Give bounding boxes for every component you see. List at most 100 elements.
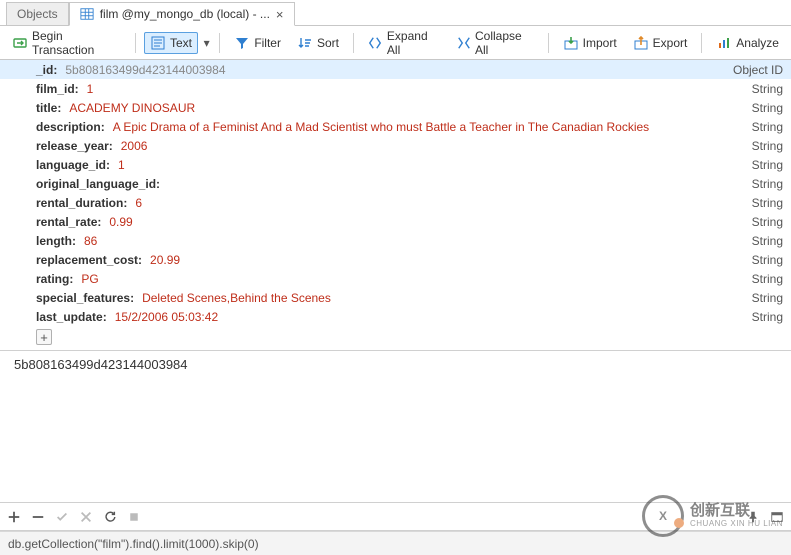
field-type: String [752, 196, 783, 210]
field-value[interactable]: 5b808163499d423144003984 [65, 63, 225, 77]
field-value[interactable]: 0.99 [109, 215, 132, 229]
view-dropdown[interactable]: ▾ [202, 36, 211, 50]
view-text-button[interactable]: Text [144, 32, 198, 54]
field-type: String [752, 120, 783, 134]
collapse-icon [456, 35, 471, 51]
field-key: release_year [36, 139, 109, 153]
main-toolbar: Begin Transaction Text ▾ Filter Sort Exp… [0, 26, 791, 60]
button-label: Analyze [736, 36, 779, 50]
field-row[interactable]: special_features :Deleted Scenes,Behind … [0, 288, 791, 307]
add-record-button[interactable] [6, 509, 22, 525]
funnel-icon [234, 35, 250, 51]
separator [353, 33, 354, 53]
field-type: String [752, 177, 783, 191]
field-row[interactable]: last_update :15/2/2006 05:03:42String [0, 307, 791, 326]
field-key: _id [36, 63, 53, 77]
field-row[interactable]: rating :PGString [0, 269, 791, 288]
table-icon [80, 7, 94, 21]
text-icon [150, 35, 166, 51]
field-row[interactable]: title :ACADEMY DINOSAURString [0, 98, 791, 117]
begin-transaction-button[interactable]: Begin Transaction [6, 26, 127, 60]
field-key: special_features [36, 291, 130, 305]
separator [219, 33, 220, 53]
tab-label: Objects [17, 7, 58, 21]
button-label: Collapse All [475, 29, 534, 57]
field-key: description [36, 120, 101, 134]
apply-button [54, 509, 70, 525]
transaction-icon [12, 35, 28, 51]
sort-icon [297, 35, 313, 51]
analyze-button[interactable]: Analyze [710, 32, 785, 54]
close-icon[interactable]: × [276, 7, 284, 22]
field-type: String [752, 272, 783, 286]
field-value[interactable]: A Epic Drama of a Feminist And a Mad Sci… [113, 120, 650, 134]
field-value[interactable]: 6 [135, 196, 142, 210]
sort-button[interactable]: Sort [291, 32, 345, 54]
field-value[interactable]: 15/2/2006 05:03:42 [115, 310, 218, 324]
export-button[interactable]: Export [627, 32, 694, 54]
field-value[interactable]: 86 [84, 234, 97, 248]
field-value[interactable]: 1 [87, 82, 94, 96]
pin-button[interactable] [745, 509, 761, 525]
field-row[interactable]: description :A Epic Drama of a Feminist … [0, 117, 791, 136]
cancel-button [78, 509, 94, 525]
button-label: Expand All [387, 29, 440, 57]
record-toolbar [0, 503, 791, 531]
filter-button[interactable]: Filter [228, 32, 287, 54]
field-key: film_id [36, 82, 75, 96]
field-type: String [752, 310, 783, 324]
field-key: original_language_id [36, 177, 156, 191]
remove-record-button[interactable] [30, 509, 46, 525]
panel-toggle-button[interactable] [769, 509, 785, 525]
field-type: String [752, 101, 783, 115]
button-label: Text [170, 36, 192, 50]
tab-objects[interactable]: Objects [6, 2, 69, 25]
field-row[interactable]: language_id :1String [0, 155, 791, 174]
separator [701, 33, 702, 53]
button-label: Import [583, 36, 617, 50]
field-row[interactable]: length :86String [0, 231, 791, 250]
field-type: String [752, 82, 783, 96]
field-value[interactable]: PG [81, 272, 98, 286]
refresh-button[interactable] [102, 509, 118, 525]
chart-icon [716, 35, 732, 51]
recap-pane: 5b808163499d423144003984 [0, 350, 791, 503]
field-key: title [36, 101, 57, 115]
field-row[interactable]: original_language_id :String [0, 174, 791, 193]
field-value[interactable]: 2006 [121, 139, 148, 153]
field-row[interactable]: rental_rate :0.99String [0, 212, 791, 231]
field-key: rating [36, 272, 69, 286]
button-label: Filter [254, 36, 281, 50]
import-icon [563, 35, 579, 51]
button-label: Sort [317, 36, 339, 50]
expand-all-button[interactable]: Expand All [362, 26, 446, 60]
collapse-all-button[interactable]: Collapse All [450, 26, 540, 60]
field-value[interactable]: 1 [118, 158, 125, 172]
export-icon [633, 35, 649, 51]
field-key: last_update [36, 310, 103, 324]
recap-id: 5b808163499d423144003984 [14, 357, 188, 372]
field-value[interactable]: ACADEMY DINOSAUR [69, 101, 195, 115]
field-key: language_id [36, 158, 106, 172]
field-row[interactable]: replacement_cost :20.99String [0, 250, 791, 269]
field-value[interactable]: 20.99 [150, 253, 180, 267]
tab-label: film @my_mongo_db (local) - ... [100, 7, 270, 21]
query-text: db.getCollection("film").find().limit(10… [8, 537, 259, 551]
field-row[interactable]: film_id :1String [0, 79, 791, 98]
separator [135, 33, 136, 53]
field-type: String [752, 158, 783, 172]
field-row[interactable]: release_year :2006String [0, 136, 791, 155]
field-row[interactable]: _id :5b808163499d423144003984Object ID [0, 60, 791, 79]
import-button[interactable]: Import [557, 32, 623, 54]
tab-film[interactable]: film @my_mongo_db (local) - ... × [69, 2, 295, 26]
field-key: length [36, 234, 72, 248]
field-row[interactable]: rental_duration :6String [0, 193, 791, 212]
document-fields: _id :5b808163499d423144003984Object ID fi… [0, 60, 791, 350]
button-label: Begin Transaction [32, 29, 121, 57]
field-value[interactable]: Deleted Scenes,Behind the Scenes [142, 291, 331, 305]
field-type: String [752, 291, 783, 305]
field-type: String [752, 215, 783, 229]
add-field-button[interactable]: + [36, 329, 52, 345]
field-type: String [752, 234, 783, 248]
field-type: String [752, 253, 783, 267]
